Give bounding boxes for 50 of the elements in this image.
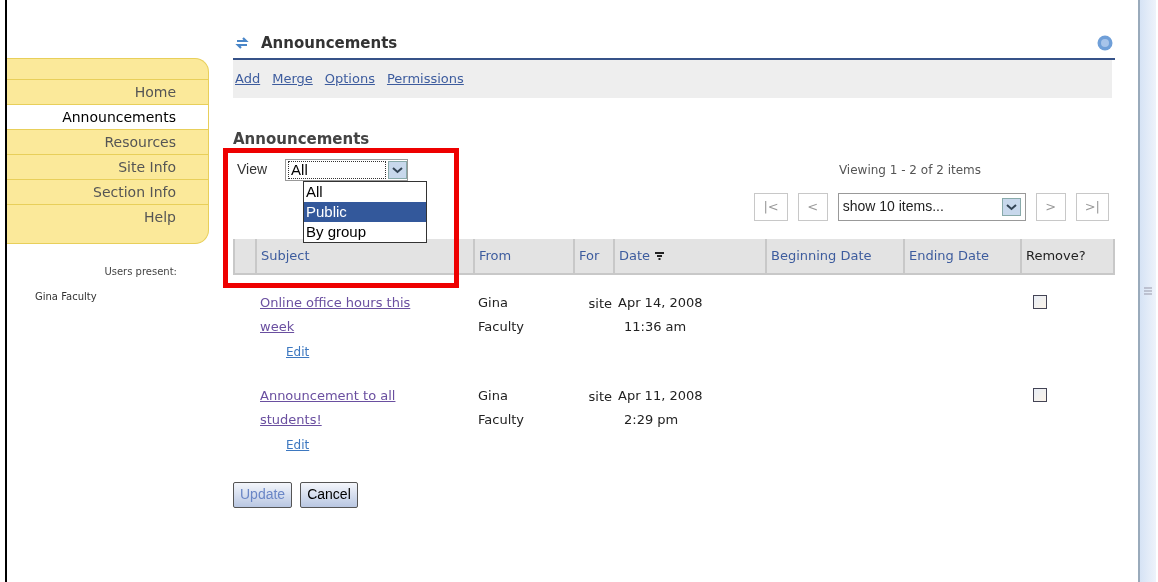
time-cell-text: 11:36 am [624,317,688,336]
tool-title: Announcements [261,32,399,54]
sort-column-link[interactable]: For [574,238,614,274]
date-cell-text: Apr 11, 2008 [618,386,704,405]
sidebar-item[interactable]: Announcements [7,104,208,129]
sidebar-item[interactable]: Resources [7,129,208,154]
next-page-button[interactable]: > [1035,192,1066,221]
sort-column-link[interactable]: Beginning Date [766,238,904,274]
for-cell: site [588,388,612,404]
sort-column-link[interactable]: Ending Date [904,238,1021,274]
first-page-button[interactable]: |< [754,192,788,221]
previous-page-button[interactable]: < [797,192,828,221]
for-cell: site [588,295,612,311]
column-header: Remove? [1021,238,1114,274]
header-cell [234,238,256,274]
toolbar-link[interactable]: Add [235,69,261,89]
page-size-select[interactable]: show 10 items... [837,192,1026,221]
from-cell-text: Gina Faculty [478,386,526,429]
users-present-label: Users present: [103,265,178,279]
user-name: Gina Faculty [34,290,98,304]
edit-link[interactable]: Edit [286,435,310,454]
viewing-status: Viewing 1 - 2 of 2 items [838,161,981,179]
view-option[interactable]: Public [304,201,426,222]
sort-column-link[interactable]: Date [614,238,766,274]
announcement-title-link[interactable]: Announcement to all students! [260,383,446,432]
remove-checkbox[interactable] [1033,387,1047,402]
sort-icon[interactable] [655,251,665,260]
view-label: View [237,160,268,179]
view-select[interactable]: All [285,158,409,181]
section-heading: Announcements [233,129,371,150]
toolbar-link[interactable]: Options [324,69,375,89]
view-option[interactable]: All [304,181,426,202]
scrollbar[interactable] [1138,0,1156,582]
toolbar-link[interactable]: Permissions [386,69,464,89]
announcement-title-link[interactable]: Online office hours this week [260,290,446,339]
refresh-icon[interactable] [235,36,249,50]
edit-link[interactable]: Edit [286,342,310,361]
last-page-button[interactable]: >| [1075,192,1109,221]
sidebar-item[interactable]: Help [7,204,208,229]
form-button[interactable]: Cancel [300,481,358,508]
remove-checkbox[interactable] [1033,294,1047,309]
time-cell-text: 2:29 pm [624,410,680,429]
help-icon[interactable] [1097,35,1113,51]
sidebar-item[interactable]: Site Info [7,154,208,179]
date-cell-text: Apr 14, 2008 [618,293,704,312]
sort-column-link[interactable]: From [474,238,574,274]
toolbar-link[interactable]: Merge [272,69,313,89]
grip-icon[interactable] [1144,287,1152,295]
sidebar-item[interactable]: Section Info [7,179,208,204]
from-cell-text: Gina Faculty [478,293,526,336]
